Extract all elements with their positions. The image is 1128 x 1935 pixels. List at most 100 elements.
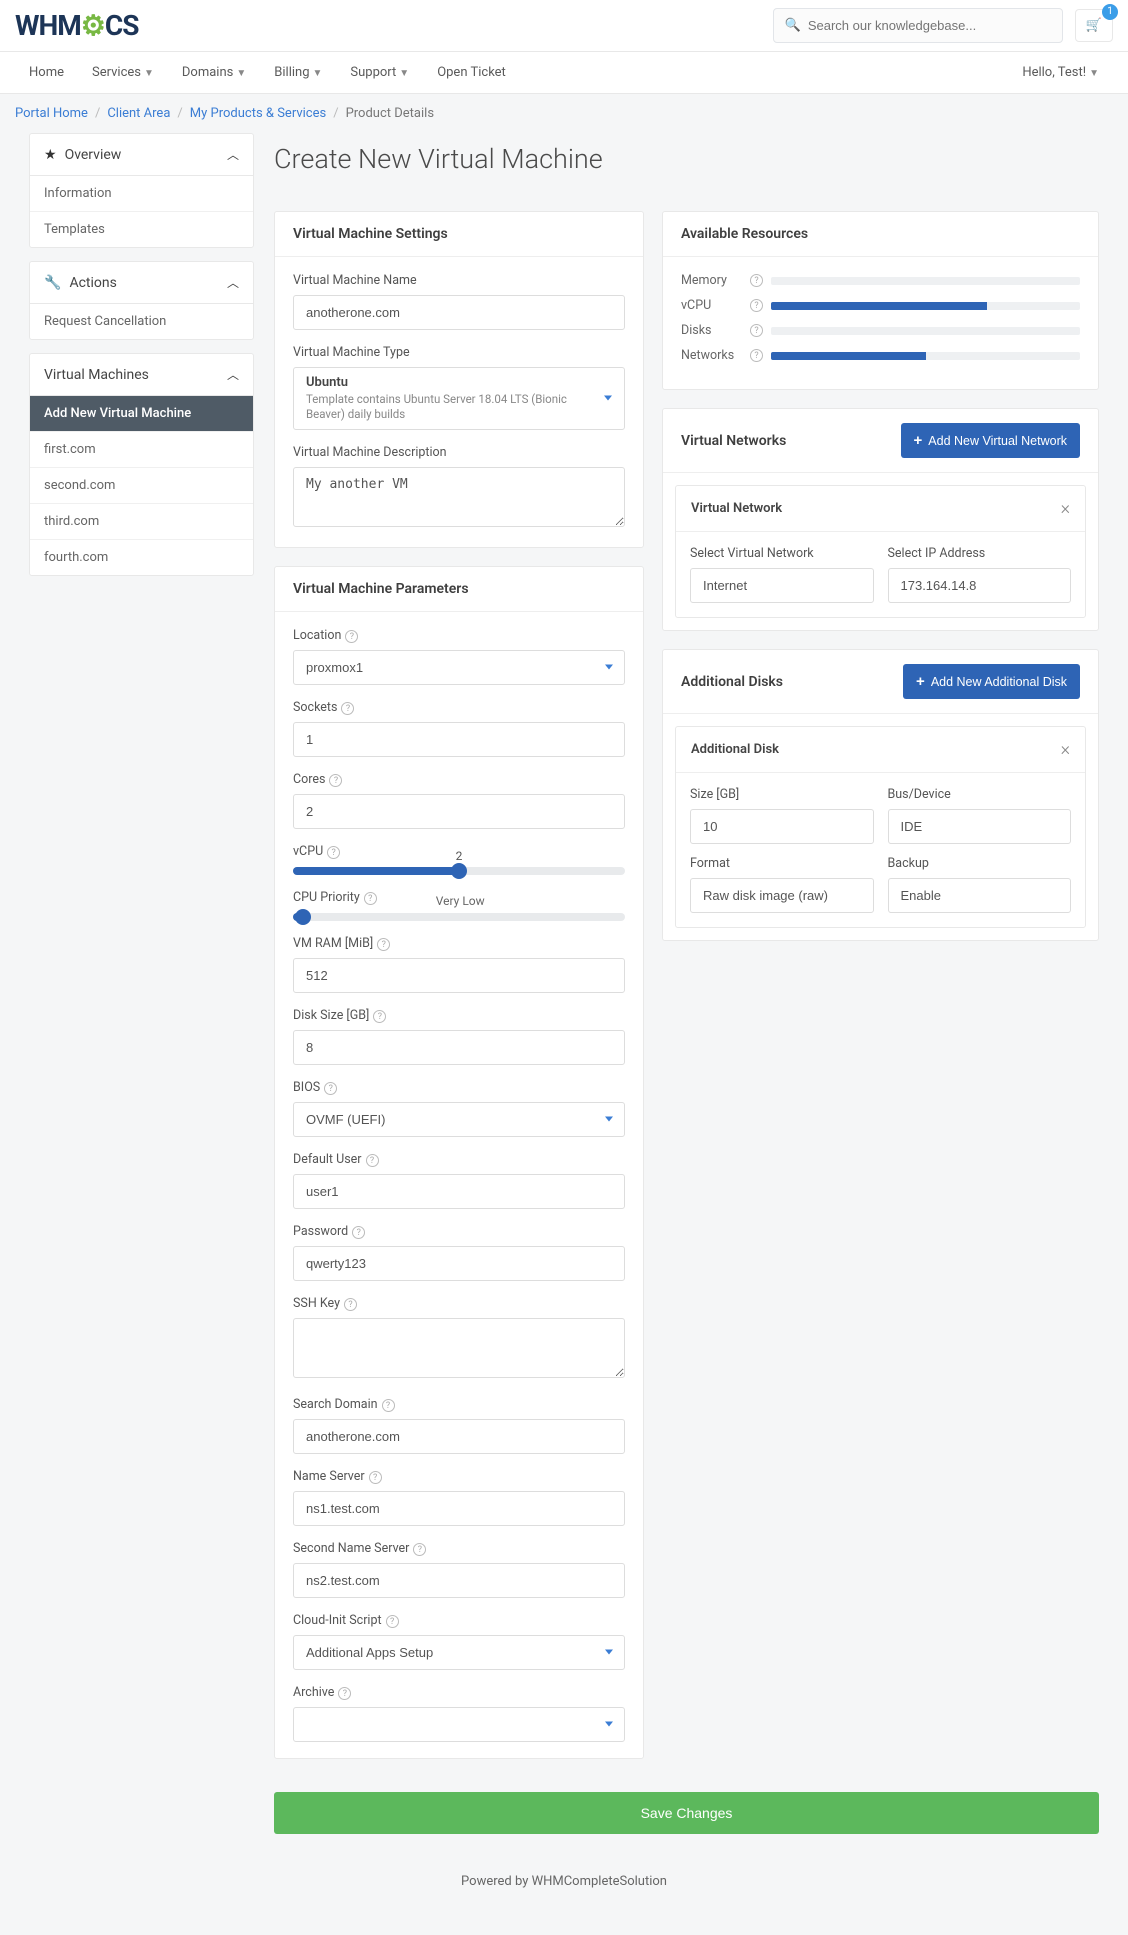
priority-slider[interactable] (293, 913, 625, 921)
save-button[interactable]: Save Changes (274, 1792, 1099, 1834)
select-ip-label: Select IP Address (888, 546, 1072, 561)
vm-name-input[interactable] (293, 295, 625, 330)
disk-bus-label: Bus/Device (888, 787, 1072, 802)
sidebar-actions-header[interactable]: 🔧Actions ︿ (30, 262, 253, 304)
help-icon[interactable]: ? (344, 1298, 357, 1311)
close-icon[interactable]: × (1061, 739, 1070, 760)
ns2-input[interactable] (293, 1563, 625, 1598)
nav-item-open-ticket[interactable]: Open Ticket (423, 52, 520, 93)
sidebar-item[interactable]: Information (30, 176, 253, 212)
sidebar-section-title: Virtual Machines (44, 367, 149, 383)
sidebar-overview-header[interactable]: ★Overview ︿ (30, 134, 253, 176)
password-input[interactable] (293, 1246, 625, 1281)
resource-row: Networks? (681, 348, 1080, 363)
vm-desc-textarea[interactable]: My another VM (293, 467, 625, 527)
vm-type-label: Virtual Machine Type (293, 345, 625, 360)
help-icon[interactable]: ? (329, 774, 342, 787)
help-icon[interactable]: ? (413, 1543, 426, 1556)
cart-button[interactable]: 🛒 1 (1075, 9, 1113, 42)
disk-input[interactable] (293, 1030, 625, 1065)
logo-text: CS (105, 9, 139, 42)
cores-input[interactable] (293, 794, 625, 829)
wrench-icon: 🔧 (44, 275, 61, 291)
disk-label: Disk Size [GB]? (293, 1008, 625, 1023)
help-icon[interactable]: ? (386, 1615, 399, 1628)
search-domain-input[interactable] (293, 1419, 625, 1454)
cores-label: Cores? (293, 772, 625, 787)
disk-size-input[interactable] (690, 809, 874, 844)
sidebar-vms-header[interactable]: Virtual Machines ︿ (30, 354, 253, 396)
slider-thumb[interactable] (451, 863, 467, 879)
sidebar-item[interactable]: third.com (30, 504, 253, 540)
close-icon[interactable]: × (1061, 498, 1070, 519)
disk-size-label: Size [GB] (690, 787, 874, 802)
help-icon[interactable]: ? (327, 846, 340, 859)
vcpu-slider[interactable]: 2 (293, 867, 625, 875)
help-icon[interactable]: ? (369, 1471, 382, 1484)
help-icon[interactable]: ? (324, 1082, 337, 1095)
location-select[interactable] (293, 650, 625, 685)
breadcrumb-item: Product Details (346, 106, 434, 121)
search-domain-label: Search Domain? (293, 1397, 625, 1412)
nav-item-domains[interactable]: Domains▼ (168, 52, 260, 93)
user-menu[interactable]: Hello, Test!▼ (1008, 52, 1113, 93)
sidebar-section-title: Overview (65, 147, 122, 163)
disk-format-input[interactable] (690, 878, 874, 913)
disk-format-label: Format (690, 856, 874, 871)
help-icon[interactable]: ? (750, 349, 763, 362)
disk-backup-input[interactable] (888, 878, 1072, 913)
nav-item-billing[interactable]: Billing▼ (260, 52, 336, 93)
select-net-label: Select Virtual Network (690, 546, 874, 561)
cart-badge: 1 (1102, 4, 1118, 20)
sidebar-item[interactable]: Request Cancellation (30, 304, 253, 339)
resource-bar (771, 352, 1080, 360)
nav-item-home[interactable]: Home (15, 52, 78, 93)
add-network-button[interactable]: +Add New Virtual Network (901, 423, 1080, 458)
sockets-label: Sockets? (293, 700, 625, 715)
breadcrumb-item[interactable]: Portal Home (15, 106, 88, 121)
help-icon[interactable]: ? (373, 1010, 386, 1023)
help-icon[interactable]: ? (366, 1154, 379, 1167)
help-icon[interactable]: ? (377, 938, 390, 951)
ram-input[interactable] (293, 958, 625, 993)
slider-thumb[interactable] (295, 909, 311, 925)
help-icon[interactable]: ? (352, 1226, 365, 1239)
disk-bus-input[interactable] (888, 809, 1072, 844)
sidebar-item[interactable]: fourth.com (30, 540, 253, 575)
archive-select[interactable] (293, 1707, 625, 1742)
bios-select[interactable] (293, 1102, 625, 1137)
help-icon[interactable]: ? (345, 630, 358, 643)
ssh-textarea[interactable] (293, 1318, 625, 1378)
resource-label: Disks (681, 323, 746, 338)
help-icon[interactable]: ? (750, 324, 763, 337)
caret-down-icon: ▼ (236, 68, 246, 79)
select-net-input[interactable] (690, 568, 874, 603)
help-icon[interactable]: ? (341, 702, 354, 715)
sidebar-item[interactable]: Templates (30, 212, 253, 247)
disk-backup-label: Backup (888, 856, 1072, 871)
add-disk-button[interactable]: +Add New Additional Disk (903, 664, 1080, 699)
sidebar-item[interactable]: second.com (30, 468, 253, 504)
help-icon[interactable]: ? (364, 892, 377, 905)
nav-item-services[interactable]: Services▼ (78, 52, 168, 93)
sockets-input[interactable] (293, 722, 625, 757)
sidebar-item[interactable]: first.com (30, 432, 253, 468)
cloudinit-select[interactable] (293, 1635, 625, 1670)
disks-header: Additional Disks (681, 674, 783, 690)
archive-label: Archive? (293, 1685, 625, 1700)
nav-item-support[interactable]: Support▼ (336, 52, 423, 93)
user-input[interactable] (293, 1174, 625, 1209)
help-icon[interactable]: ? (338, 1687, 351, 1700)
vm-type-select[interactable]: Ubuntu Template contains Ubuntu Server 1… (293, 367, 625, 430)
select-ip-input[interactable] (888, 568, 1072, 603)
breadcrumb-item[interactable]: Client Area (107, 106, 170, 121)
ns1-input[interactable] (293, 1491, 625, 1526)
button-label: Add New Virtual Network (928, 434, 1067, 448)
help-icon[interactable]: ? (750, 299, 763, 312)
help-icon[interactable]: ? (382, 1399, 395, 1412)
search-input[interactable] (773, 8, 1063, 43)
help-icon[interactable]: ? (750, 274, 763, 287)
breadcrumb-item[interactable]: My Products & Services (190, 106, 326, 121)
sidebar-item[interactable]: Add New Virtual Machine (30, 396, 253, 432)
logo[interactable]: WHM⚙CS (15, 9, 138, 42)
